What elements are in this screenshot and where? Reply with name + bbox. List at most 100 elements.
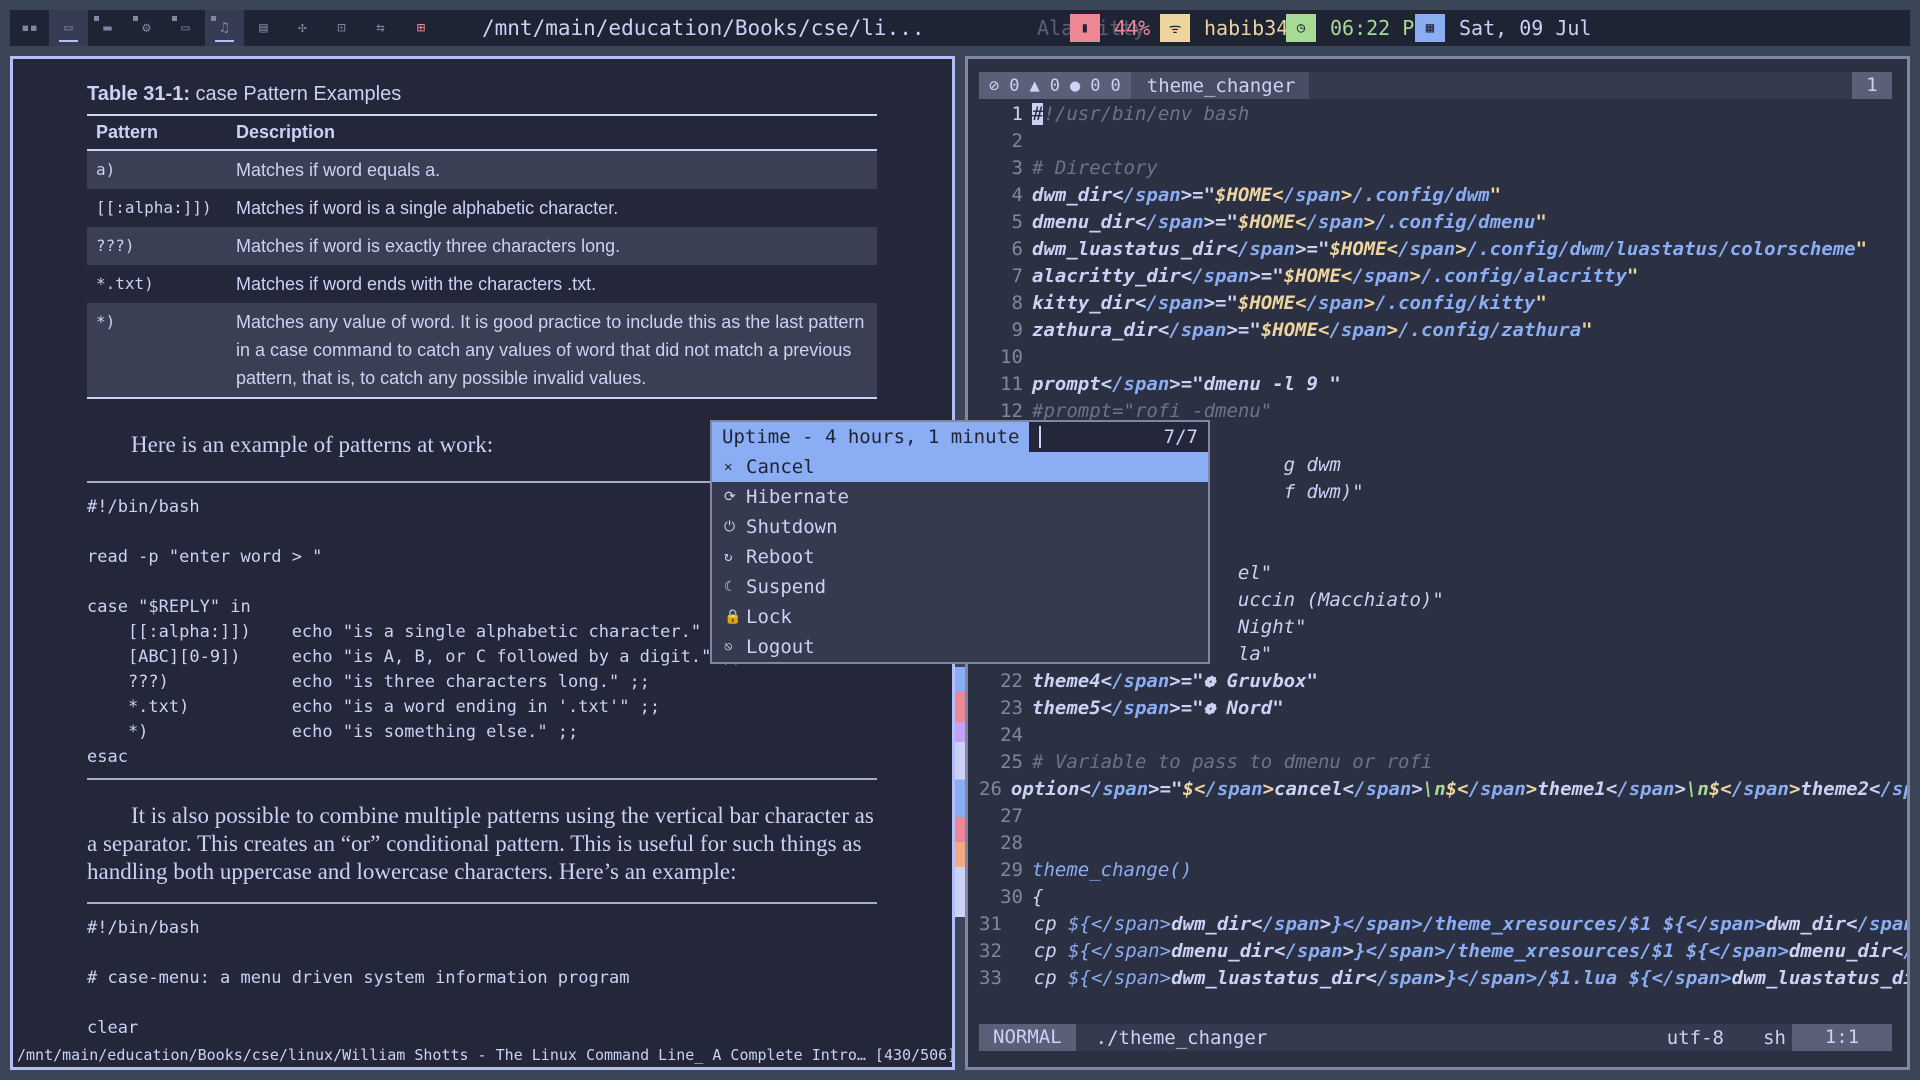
line-text: cp ${</span>dwm_dir</span>}</span>/theme… xyxy=(1010,913,1910,935)
code-line[interactable]: 5 dmenu_dir</span>="$HOME</span>/.config/… xyxy=(979,209,1892,236)
code-line[interactable]: 33 cp ${</span>dwm_luastatus_dir</span>}… xyxy=(979,965,1907,992)
line-text: #!/usr/bin/env bash xyxy=(1032,103,1250,125)
window-title-path: /mnt/main/education/Books/cse/li... xyxy=(482,16,925,40)
code-line[interactable]: 1 #!/usr/bin/env bash xyxy=(979,101,1892,128)
move-icon[interactable]: ✣ xyxy=(283,10,322,46)
menu-item-label: Logout xyxy=(746,636,815,658)
code-line[interactable]: 24 xyxy=(979,722,1892,749)
date-text: Sat, 09 Jul xyxy=(1459,16,1592,40)
mode-indicator: NORMAL xyxy=(979,1024,1076,1051)
buffer-tab[interactable]: theme_changer xyxy=(1130,72,1310,99)
menu-item-label: Shutdown xyxy=(746,516,838,538)
line-number: 25 xyxy=(1000,751,1023,773)
line-text: dwm_dir</span>="$HOME</span>/.config/dwm… xyxy=(1032,184,1502,206)
line-number: 5 xyxy=(1011,211,1023,233)
grid-icon[interactable]: ▪▪ xyxy=(10,10,49,46)
table-row: [[:alpha:]]) Matches if word is a single… xyxy=(87,189,877,227)
code-line[interactable]: 25 # Variable to pass to dmenu or rofi xyxy=(979,749,1892,776)
info-count: 0 xyxy=(1090,75,1101,96)
line-number: 26 xyxy=(979,778,1002,800)
line-number: 32 xyxy=(979,940,1002,962)
chat-icon[interactable]: ▤ xyxy=(244,10,283,46)
window-icon[interactable]: ▭ xyxy=(166,10,205,46)
battery-module[interactable]: ▮ 44% xyxy=(1070,10,1150,46)
line-number: 10 xyxy=(1000,346,1023,368)
code-line[interactable]: 2 xyxy=(979,128,1892,155)
table-cell-pattern: *) xyxy=(87,303,227,398)
table-caption: Table 31-1: case Pattern Examples xyxy=(87,83,887,106)
line-text: theme_change() xyxy=(1032,859,1193,881)
code-line[interactable]: 27 xyxy=(979,803,1892,830)
code-line[interactable]: 7 alacritty_dir</span>="$HOME</span>/.con… xyxy=(979,263,1892,290)
box-icon[interactable]: ⊡ xyxy=(322,10,361,46)
table-caption-text: case Pattern Examples xyxy=(190,83,402,105)
line-number: 27 xyxy=(1000,805,1023,827)
tab-number[interactable]: 1 xyxy=(1852,72,1892,99)
code-line[interactable]: 11 prompt</span>="dmenu -l 9 " xyxy=(979,371,1892,398)
table-row: *) Matches any value of word. It is good… xyxy=(87,303,877,398)
line-number: 4 xyxy=(1011,184,1023,206)
table-header-description: Description xyxy=(227,115,877,151)
menu-item-label: Lock xyxy=(746,606,792,628)
info-icon: ● xyxy=(1070,75,1081,96)
code-line[interactable]: 29 theme_change() xyxy=(979,857,1892,884)
transfer-icon[interactable]: ⇆ xyxy=(361,10,400,46)
terminal-icon[interactable]: ▭ xyxy=(49,10,88,46)
menu-item-logout[interactable]: ⎋ Logout xyxy=(712,632,1208,662)
code-line[interactable]: 3 # Directory xyxy=(979,155,1892,182)
wifi-icon: ᯤ xyxy=(1160,14,1190,42)
menu-item-cancel[interactable]: ✕ Cancel xyxy=(712,452,1208,482)
code-line[interactable]: 6 dwm_luastatus_dir</span>="$HOME</span>/… xyxy=(979,236,1892,263)
date-module[interactable]: ▦ Sat, 09 Jul xyxy=(1415,10,1591,46)
pdf-statusbar: /mnt/main/education/Books/cse/linux/Will… xyxy=(13,1043,952,1067)
line-number: 29 xyxy=(1000,859,1023,881)
table-cell-description: Matches if word is exactly three charact… xyxy=(227,227,877,265)
code-line[interactable]: 22 theme4</span>="❁ Gruvbox" xyxy=(979,668,1892,695)
code-line[interactable]: 23 theme5</span>="❁ Nord" xyxy=(979,695,1892,722)
music-icon[interactable]: ♫ xyxy=(205,10,244,46)
code-block: #!/bin/bash # case-menu: a menu driven s… xyxy=(87,918,630,1038)
table-cell-description: Matches any value of word. It is good pr… xyxy=(227,303,877,398)
line-number: 1 xyxy=(1011,103,1023,125)
code-line[interactable]: 32 cp ${</span>dmenu_dir</span>}</span>/… xyxy=(979,938,1907,965)
code-line[interactable]: 10 xyxy=(979,344,1892,371)
editor-tabline: ⊘ 0 ▲ 0 ● 0 0 theme_changer 1 xyxy=(979,72,1892,99)
power-menu[interactable]: Uptime - 4 hours, 1 minute 7/7 ✕ Cancel ⟳ H… xyxy=(710,420,1210,664)
warning-icon: ▲ xyxy=(1029,75,1040,96)
window-gap xyxy=(955,667,965,917)
code-line[interactable]: 28 xyxy=(979,830,1892,857)
line-text: option</span>="$</span>cancel</span>\n$<… xyxy=(1010,778,1907,800)
line-text: dmenu_dir</span>="$HOME</span>/.config/d… xyxy=(1032,211,1547,233)
wifi-module[interactable]: ᯤ habib34 xyxy=(1160,10,1288,46)
line-number: 28 xyxy=(1000,832,1023,854)
code-line[interactable]: 4 dwm_dir</span>="$HOME</span>/.config/dw… xyxy=(979,182,1892,209)
menu-item-lock[interactable]: 🔒 Lock xyxy=(712,602,1208,632)
code-line[interactable]: 26 option</span>="$</span>cancel</span>\n… xyxy=(979,776,1907,803)
table-header-pattern: Pattern xyxy=(87,115,227,151)
wifi-ssid: habib34 xyxy=(1204,16,1289,40)
menu-input[interactable] xyxy=(1039,426,1042,448)
code-line[interactable]: 31 cp ${</span>dwm_dir</span>}</span>/th… xyxy=(979,911,1907,938)
menu-item-label: Suspend xyxy=(746,576,827,598)
menu-item-suspend[interactable]: ☾ Suspend xyxy=(712,572,1208,602)
menu-match-count: 7/7 xyxy=(1163,426,1198,448)
line-text: theme4</span>="❁ Gruvbox" xyxy=(1032,670,1318,692)
clock-module[interactable]: ◷ 06:22 PM xyxy=(1286,10,1426,46)
line-number: 23 xyxy=(1000,697,1023,719)
menu-item-shutdown[interactable]: ⏻ Shutdown xyxy=(712,512,1208,542)
tile-layout-icon[interactable]: ⊞ xyxy=(400,10,442,46)
table-row: *.txt) Matches if word ends with the cha… xyxy=(87,265,877,303)
menu-item-hibernate[interactable]: ⟳ Hibernate xyxy=(712,482,1208,512)
code-line[interactable]: 9 zathura_dir</span>="$HOME</span>/.confi… xyxy=(979,317,1892,344)
menu-item-reboot[interactable]: ↻ Reboot xyxy=(712,542,1208,572)
line-text: kitty_dir</span>="$HOME</span>/.config/k… xyxy=(1032,292,1547,314)
line-number: 22 xyxy=(1000,670,1023,692)
error-icon: ⊘ xyxy=(989,75,1000,96)
code-line[interactable]: 30 { xyxy=(979,884,1892,911)
settings-icon[interactable]: ⚙ xyxy=(127,10,166,46)
file-encoding: utf-8 xyxy=(1666,1026,1724,1049)
folder-icon[interactable]: ▬ xyxy=(88,10,127,46)
top-bar: ▪▪ ▭ ▬ ⚙ ▭ ♫ ▤ ✣ ⊡ ⇆ ⊞ /mnt/main/education/Books/c… xyxy=(10,10,1910,46)
code-line[interactable]: 8 kitty_dir</span>="$HOME</span>/.config/… xyxy=(979,290,1892,317)
line-text: zathura_dir</span>="$HOME</span>/.config… xyxy=(1032,319,1593,341)
